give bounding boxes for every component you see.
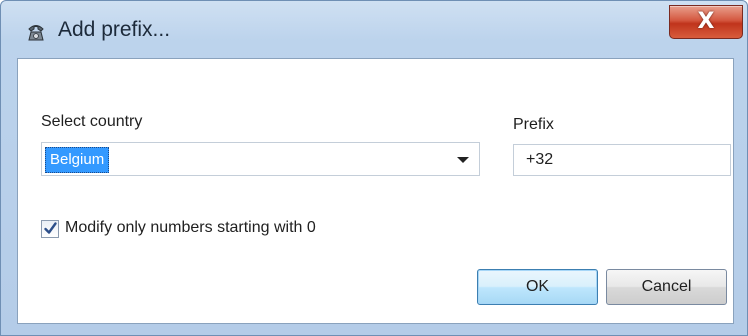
- close-icon: X: [697, 9, 715, 34]
- modify-numbers-label[interactable]: Modify only numbers starting with 0: [65, 219, 316, 237]
- dialog-body: Select country Prefix Belgium Modify onl…: [17, 58, 734, 324]
- close-button[interactable]: X: [669, 5, 743, 39]
- modify-numbers-checkbox[interactable]: [41, 220, 59, 238]
- checkmark-icon: [44, 222, 57, 234]
- country-dropdown[interactable]: Belgium: [41, 142, 480, 176]
- cancel-button[interactable]: Cancel: [606, 269, 727, 305]
- window-title: Add prefix...: [58, 18, 171, 41]
- prefix-input[interactable]: [513, 144, 731, 176]
- country-label: Select country: [41, 113, 143, 130]
- phone-icon: [25, 20, 47, 42]
- prefix-label: Prefix: [513, 116, 554, 133]
- ok-button[interactable]: OK: [477, 269, 598, 305]
- country-selected-value: Belgium: [45, 147, 110, 173]
- chevron-down-icon[interactable]: [457, 157, 469, 163]
- dialog-window: Add prefix... X Select country Prefix Be…: [0, 0, 748, 336]
- title-bar[interactable]: Add prefix... X: [1, 1, 747, 57]
